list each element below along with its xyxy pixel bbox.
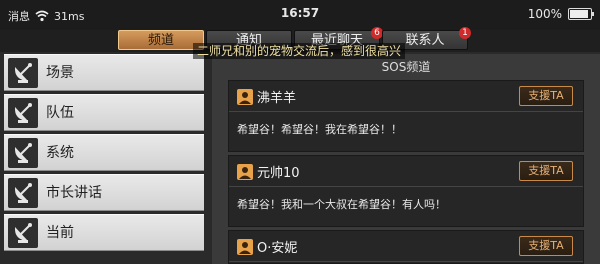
satellite-dish-icon bbox=[8, 98, 38, 128]
sidebar-item-label: 系统 bbox=[46, 145, 74, 161]
message-card: O·安妮 支援TA bbox=[228, 230, 584, 264]
sidebar-item-system[interactable]: 系统 bbox=[4, 134, 204, 171]
message-card: 元帅10 支援TA 希望谷！我和一个大叔在希望谷！有人吗！ bbox=[228, 155, 584, 227]
satellite-dish-icon bbox=[8, 218, 38, 248]
status-bar: 消息 31ms 16:57 100% bbox=[0, 0, 600, 30]
system-notice: 二师兄和别的宠物交流后，感到很高兴 bbox=[193, 43, 406, 59]
sender-name[interactable]: 沸羊羊 bbox=[257, 87, 296, 106]
sidebar-item-label: 场景 bbox=[46, 65, 74, 81]
message-text: 希望谷！我和一个大叔在希望谷！有人吗！ bbox=[237, 198, 446, 211]
support-button[interactable]: 支援TA bbox=[519, 86, 573, 106]
battery-text: 100% bbox=[527, 7, 562, 21]
sender-name[interactable]: O·安妮 bbox=[257, 237, 297, 256]
message-card: 沸羊羊 支援TA 希望谷！希望谷！我在希望谷！！ bbox=[228, 80, 584, 152]
sidebar-item-label: 队伍 bbox=[46, 105, 74, 121]
tab-channel[interactable]: 频道 bbox=[118, 30, 204, 50]
sidebar-item-mayor-speech[interactable]: 市长讲话 bbox=[4, 174, 204, 211]
user-icon bbox=[237, 164, 253, 180]
sender-name[interactable]: 元帅10 bbox=[257, 162, 300, 181]
satellite-dish-icon bbox=[8, 178, 38, 208]
contacts-badge: 1 bbox=[459, 27, 471, 39]
sidebar-item-label: 当前 bbox=[46, 225, 74, 241]
battery-level bbox=[570, 10, 588, 18]
status-right: 100% bbox=[527, 7, 594, 21]
support-button[interactable]: 支援TA bbox=[519, 161, 573, 181]
support-button[interactable]: 支援TA bbox=[519, 236, 573, 256]
status-time: 16:57 bbox=[280, 6, 320, 20]
panel-title: SOS频道 bbox=[381, 60, 431, 74]
satellite-dish-icon bbox=[8, 58, 38, 88]
battery-icon bbox=[568, 8, 594, 20]
tab-label: 联系人 bbox=[405, 33, 445, 48]
sidebar-item-scene[interactable]: 场景 bbox=[4, 54, 204, 91]
user-icon bbox=[237, 239, 253, 255]
sidebar-item-label: 市长讲话 bbox=[46, 185, 102, 201]
message-header: 元帅10 支援TA bbox=[229, 156, 583, 187]
message-text: 希望谷！希望谷！我在希望谷！！ bbox=[237, 123, 402, 136]
tab-label: 频道 bbox=[147, 33, 174, 48]
satellite-dish-icon bbox=[8, 138, 38, 168]
message-header: 沸羊羊 支援TA bbox=[229, 81, 583, 112]
sidebar-item-team[interactable]: 队伍 bbox=[4, 94, 204, 131]
channel-sidebar: 场景 队伍 系统 市长讲话 当前 bbox=[0, 54, 208, 264]
message-header: O·安妮 支援TA bbox=[229, 231, 583, 262]
user-icon bbox=[237, 89, 253, 105]
sidebar-item-current[interactable]: 当前 bbox=[4, 214, 204, 251]
